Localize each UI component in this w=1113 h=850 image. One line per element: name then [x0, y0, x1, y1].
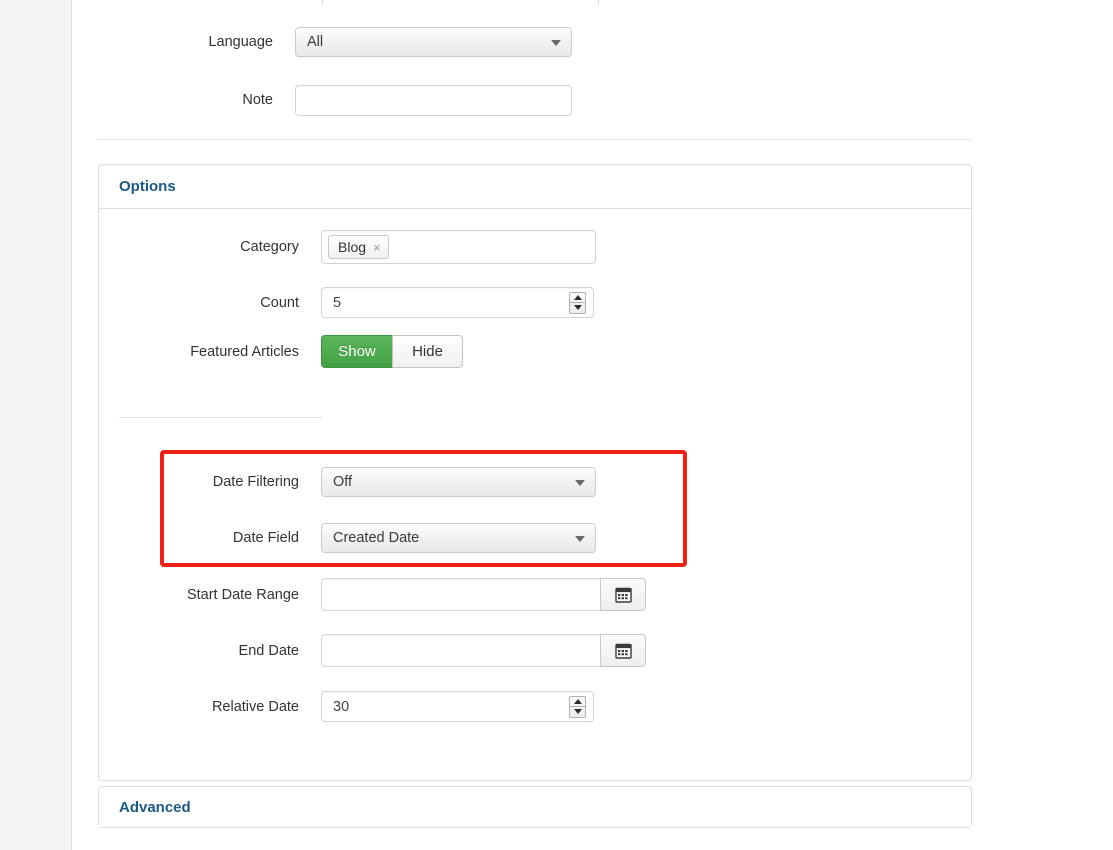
field-row-relative-date: Relative Date 30	[99, 691, 719, 722]
language-select[interactable]: All	[295, 27, 572, 57]
section-divider	[98, 139, 972, 140]
end-date-calendar-button[interactable]	[600, 634, 646, 667]
caret-up-icon	[573, 294, 582, 300]
options-panel-heading: Options	[99, 165, 971, 209]
field-row-language: Language All	[73, 26, 673, 58]
count-spinner-down[interactable]	[570, 303, 585, 313]
start-date-range-group	[321, 578, 646, 611]
options-subsection-divider	[119, 417, 323, 418]
date-filtering-value: Off	[333, 474, 353, 490]
caret-down-icon	[573, 709, 582, 714]
featured-articles-hide-button[interactable]: Hide	[392, 335, 463, 368]
options-panel: Options Category Blog × Count 5 Featured…	[98, 164, 972, 781]
field-row-end-date: End Date	[99, 634, 749, 667]
left-gutter	[0, 0, 72, 850]
field-row-start-date-range: Start Date Range	[99, 578, 749, 611]
relative-date-value: 30	[333, 698, 350, 715]
relative-date-stepper[interactable]: 30	[321, 691, 594, 722]
calendar-icon	[614, 587, 632, 603]
field-row-note: Note	[73, 84, 673, 116]
note-label: Note	[242, 92, 273, 108]
language-select-value: All	[307, 34, 324, 50]
count-stepper[interactable]: 5	[321, 287, 594, 318]
advanced-panel[interactable]: Advanced	[98, 786, 972, 828]
end-date-input[interactable]	[321, 634, 600, 667]
remove-tag-icon[interactable]: ×	[373, 241, 381, 254]
caret-up-icon	[573, 698, 582, 704]
count-value: 5	[333, 294, 342, 311]
category-tag-input[interactable]: Blog ×	[321, 230, 596, 264]
category-tag-label: Blog	[338, 239, 367, 255]
advanced-panel-heading[interactable]: Advanced	[99, 787, 971, 827]
date-filtering-select[interactable]: Off	[321, 467, 596, 497]
language-label: Language	[208, 34, 273, 50]
date-field-label: Date Field	[232, 530, 299, 546]
featured-articles-show-button[interactable]: Show	[321, 335, 392, 368]
start-date-range-label: Start Date Range	[186, 586, 299, 603]
chevron-down-icon	[575, 480, 585, 486]
clipped-field-above	[322, 0, 599, 4]
field-row-date-field: Date Field Created Date	[99, 523, 719, 553]
field-row-count: Count 5	[99, 287, 699, 318]
featured-articles-label: Featured Articles	[190, 343, 299, 360]
page-root: Language All Note Options Category Blog …	[0, 0, 1113, 850]
relative-date-spinner[interactable]	[569, 695, 586, 718]
field-row-category: Category Blog ×	[99, 230, 699, 264]
category-tag-blog: Blog ×	[328, 235, 389, 259]
options-panel-title: Options	[119, 178, 176, 195]
chevron-down-icon	[551, 40, 561, 46]
count-spinner[interactable]	[569, 291, 586, 314]
field-row-date-filtering: Date Filtering Off	[99, 467, 719, 497]
field-row-featured-articles: Featured Articles Show Hide	[99, 335, 699, 368]
start-date-calendar-button[interactable]	[600, 578, 646, 611]
relative-date-label: Relative Date	[211, 698, 299, 715]
advanced-panel-title: Advanced	[119, 798, 191, 816]
calendar-icon	[614, 643, 632, 659]
date-field-value: Created Date	[333, 530, 420, 546]
start-date-range-input[interactable]	[321, 578, 600, 611]
end-date-group	[321, 634, 646, 667]
featured-articles-toggle[interactable]: Show Hide	[321, 335, 463, 368]
relative-date-spinner-down[interactable]	[570, 707, 585, 717]
count-spinner-up[interactable]	[570, 293, 585, 303]
date-filtering-label: Date Filtering	[212, 474, 299, 490]
end-date-label: End Date	[238, 642, 299, 659]
category-label: Category	[240, 239, 299, 255]
count-label: Count	[260, 294, 299, 311]
chevron-down-icon	[575, 536, 585, 542]
caret-down-icon	[573, 305, 582, 310]
relative-date-spinner-up[interactable]	[570, 697, 585, 707]
note-input[interactable]	[295, 84, 572, 116]
date-field-select[interactable]: Created Date	[321, 523, 596, 553]
content-area: Language All Note Options Category Blog …	[73, 0, 1113, 850]
